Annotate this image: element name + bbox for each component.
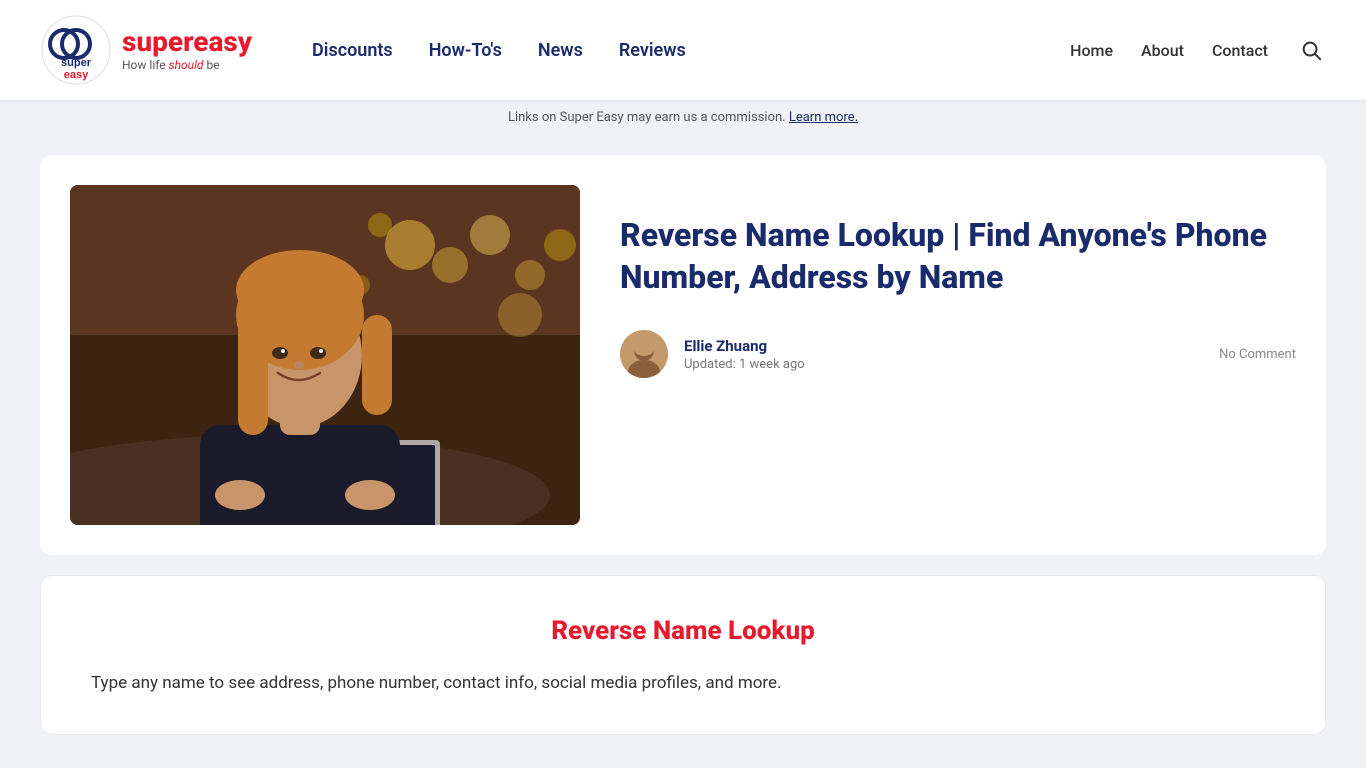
logo-tagline: How life should be — [122, 58, 252, 72]
site-header: super easy supereasy How life should be … — [0, 0, 1366, 100]
notice-bar: Links on Super Easy may earn us a commis… — [0, 100, 1366, 135]
author-row: Ellie Zhuang Updated: 1 week ago No Comm… — [620, 330, 1296, 378]
avatar-icon — [620, 330, 668, 378]
nav-news[interactable]: News — [538, 40, 583, 61]
logo-icon: super easy — [40, 14, 112, 86]
content-box-title: Reverse Name Lookup — [91, 616, 1275, 646]
nav-home[interactable]: Home — [1070, 41, 1113, 60]
svg-text:super: super — [61, 57, 92, 69]
article-image — [70, 185, 580, 525]
article-image-svg — [70, 185, 580, 525]
search-button[interactable] — [1296, 35, 1326, 65]
author-updated: Updated: 1 week ago — [684, 357, 1203, 372]
author-name: Ellie Zhuang — [684, 337, 1203, 355]
nav-contact[interactable]: Contact — [1212, 41, 1268, 60]
logo-easy: easy — [193, 25, 252, 58]
main-nav: Discounts How-To's News Reviews — [312, 40, 1070, 61]
logo-super: super — [122, 25, 193, 58]
logo-text: supereasy How life should be — [122, 28, 252, 72]
author-avatar — [620, 330, 668, 378]
logo-link[interactable]: super easy supereasy How life should be — [40, 14, 252, 86]
learn-more-link[interactable]: Learn more. — [789, 110, 858, 125]
article-content: Reverse Name Lookup | Find Anyone's Phon… — [620, 185, 1296, 378]
right-nav: Home About Contact — [1070, 35, 1326, 65]
search-icon — [1300, 39, 1322, 61]
nav-howtos[interactable]: How-To's — [429, 40, 502, 61]
notice-text: Links on Super Easy may earn us a commis… — [508, 110, 789, 125]
nav-about[interactable]: About — [1141, 41, 1184, 60]
nav-discounts[interactable]: Discounts — [312, 40, 393, 61]
logo-brand: supereasy — [122, 28, 252, 56]
article-title: Reverse Name Lookup | Find Anyone's Phon… — [620, 215, 1296, 298]
author-info: Ellie Zhuang Updated: 1 week ago — [684, 337, 1203, 372]
nav-reviews[interactable]: Reviews — [619, 40, 686, 61]
svg-text:easy: easy — [64, 69, 89, 81]
content-box-text: Type any name to see address, phone numb… — [91, 670, 1275, 697]
no-comment: No Comment — [1219, 347, 1296, 362]
content-section: Reverse Name Lookup Type any name to see… — [40, 575, 1326, 735]
article-card: Reverse Name Lookup | Find Anyone's Phon… — [40, 155, 1326, 555]
